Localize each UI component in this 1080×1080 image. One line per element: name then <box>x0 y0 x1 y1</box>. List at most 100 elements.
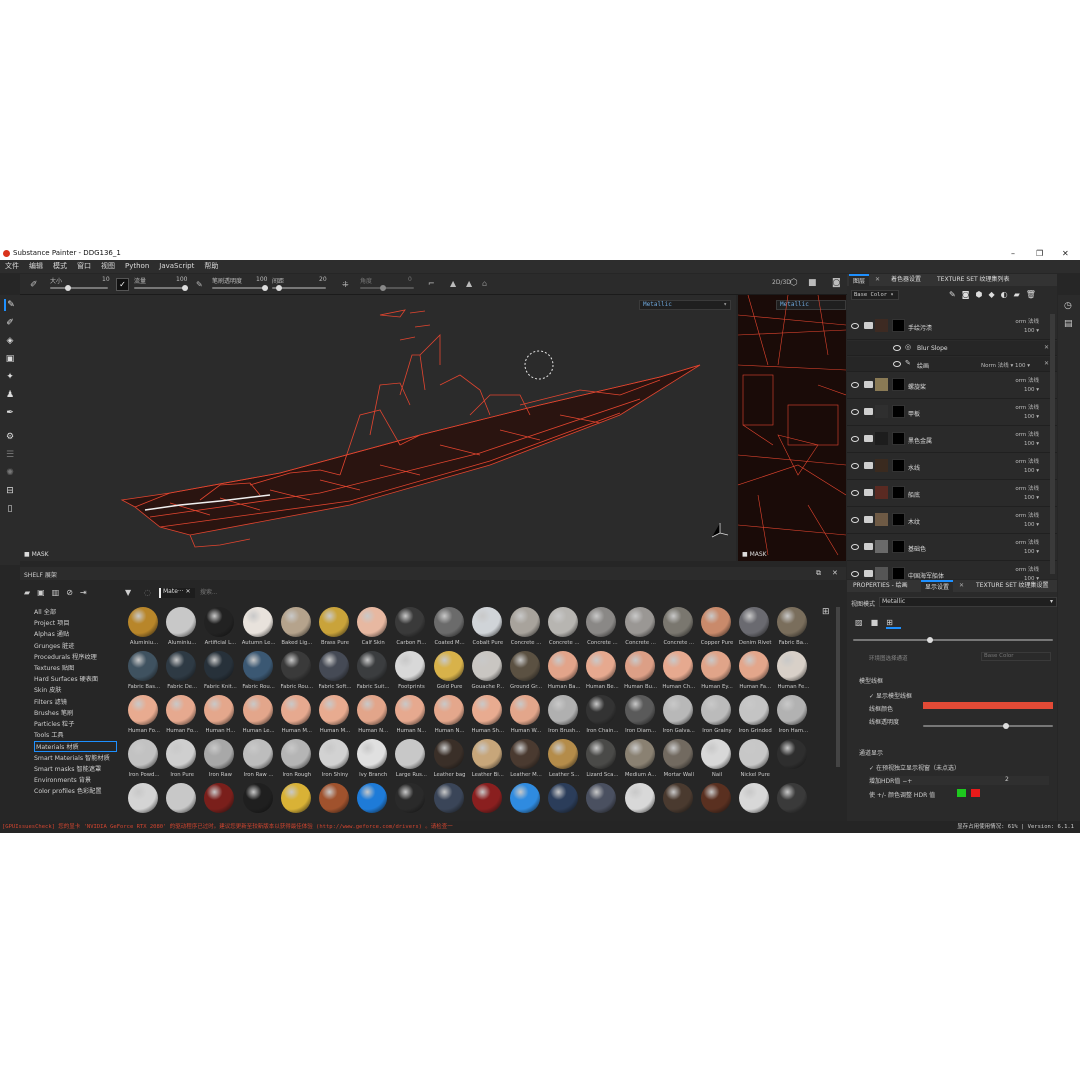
environment-slider[interactable] <box>853 637 1053 643</box>
material-thumbnail[interactable]: Leather S... <box>545 739 583 783</box>
green-swatch[interactable] <box>957 789 966 797</box>
material-thumbnail[interactable]: Fabric Knit... <box>201 651 239 695</box>
layer-mask-thumbnail[interactable] <box>892 513 905 526</box>
mask-indicator[interactable]: ■ MASK <box>24 551 49 558</box>
material-thumbnail[interactable]: Leather Bi... <box>469 739 507 783</box>
shelf-search-input[interactable] <box>200 588 820 598</box>
layer-mask-thumbnail[interactable] <box>892 486 905 499</box>
reset-filter-icon[interactable]: ◌ <box>144 588 151 597</box>
layer-channel-dropdown[interactable]: Base Color ▾ <box>851 290 899 300</box>
material-thumbnail[interactable]: Footprints <box>392 651 430 695</box>
wire-color-swatch[interactable] <box>923 702 1053 709</box>
layer-mask-thumbnail[interactable] <box>892 378 905 391</box>
layer-effect-row[interactable]: ◎ Blur Slope ✕ <box>847 341 1057 356</box>
material-thumbnail[interactable]: Human Sh... <box>469 695 507 739</box>
menu-mode[interactable]: 模式 <box>48 260 72 273</box>
tab-texture-set-list[interactable]: TEXTURE SET 纹理集列表 <box>933 274 1014 286</box>
material-thumbnail[interactable]: Concrete ... <box>622 607 660 651</box>
add-paint-layer-icon[interactable]: ◐ <box>1001 290 1014 299</box>
material-thumbnail[interactable]: Autumn Le... <box>240 607 278 651</box>
shelf-category-item[interactable]: Environments 背景 <box>34 775 91 784</box>
stroke-curve-icon[interactable]: ⌐ <box>428 279 435 288</box>
material-thumbnail[interactable]: Iron Raw ... <box>240 739 278 783</box>
camera-video-icon[interactable]: ■ <box>808 278 817 288</box>
material-thumbnail[interactable] <box>660 783 698 821</box>
material-thumbnail[interactable]: Concrete ... <box>660 607 698 651</box>
material-thumbnail[interactable]: Aluminiu... <box>163 607 201 651</box>
material-thumbnail[interactable]: Human W... <box>507 695 545 739</box>
hdr-stepper[interactable]: −+ <box>902 778 912 785</box>
material-thumbnail[interactable]: Human M... <box>278 695 316 739</box>
material-thumbnail[interactable]: Human N... <box>392 695 430 739</box>
material-thumbnail[interactable]: Copper Pure <box>698 607 736 651</box>
menu-python[interactable]: Python <box>120 260 154 273</box>
material-thumbnail[interactable]: Denim Rivet <box>736 607 774 651</box>
material-thumbnail[interactable]: Leather bag <box>431 739 469 783</box>
close-icon[interactable]: ✕ <box>1044 344 1049 351</box>
layer-row[interactable]: 木纹 orm 法线 100 ▾ <box>847 508 1057 534</box>
add-folder-icon[interactable]: ▰ <box>1014 290 1026 299</box>
layer-row[interactable]: 基础色 orm 法线 100 ▾ <box>847 535 1057 561</box>
visibility-eye-icon[interactable] <box>851 409 859 415</box>
visibility-eye-icon[interactable] <box>893 361 901 367</box>
material-thumbnail[interactable]: Coated M... <box>431 607 469 651</box>
hdr-value[interactable]: 2 <box>1005 776 1009 783</box>
add-generator-icon[interactable]: ⬢ <box>975 290 988 299</box>
maximize-button[interactable]: ❐ <box>1036 247 1043 260</box>
material-thumbnail[interactable]: Aluminiu... <box>125 607 163 651</box>
shelf-category-item[interactable]: Brushes 笔刷 <box>34 708 73 717</box>
log-icon[interactable]: ▤ <box>1064 319 1073 329</box>
layer-blend-mode[interactable]: orm 法线 100 ▾ <box>1015 512 1039 530</box>
shelf-category-item[interactable]: Tools 工具 <box>34 730 64 739</box>
opacity-slider[interactable] <box>212 285 268 291</box>
menu-view[interactable]: 视图 <box>96 260 120 273</box>
material-thumbnail[interactable]: Gold Pure <box>431 651 469 695</box>
shelf-category-item[interactable]: Smart Materials 智能材质 <box>34 753 110 762</box>
visibility-eye-icon[interactable] <box>893 345 901 351</box>
material-thumbnail[interactable]: Human H... <box>201 695 239 739</box>
paint-brush-icon[interactable]: ✎ <box>4 299 16 311</box>
lazy-mouse-icon[interactable]: ▲ <box>450 279 456 288</box>
shelf-category-item[interactable]: Procedurals 程序纹理 <box>34 652 97 661</box>
color-picker-icon[interactable]: ✒ <box>4 407 16 419</box>
view-mode-dropdown[interactable]: Metallic ▾ <box>879 597 1057 607</box>
shelf-category-item[interactable]: Smart masks 智能遮罩 <box>34 764 101 773</box>
material-thumbnail[interactable]: Human Ey... <box>698 651 736 695</box>
layer-row[interactable]: 甲板 orm 法线 100 ▾ <box>847 400 1057 426</box>
opacity-value[interactable]: 100 <box>256 276 267 283</box>
menu-file[interactable]: 文件 <box>0 260 24 273</box>
layer-blend-mode[interactable]: orm 法线 100 ▾ <box>1015 485 1039 503</box>
brush-preset-icon[interactable]: ✐ <box>30 280 38 290</box>
material-thumbnail[interactable]: Human Ch... <box>660 651 698 695</box>
close-icon[interactable]: ✕ <box>1044 360 1049 367</box>
visibility-eye-icon[interactable] <box>851 463 859 469</box>
bake-icon[interactable]: ✺ <box>4 467 16 479</box>
view-mode-toggle[interactable]: 2D/3D <box>772 279 791 286</box>
tab-shader-settings[interactable]: 着色器设置 <box>887 274 925 286</box>
material-thumbnail[interactable]: Iron Powd... <box>125 739 163 783</box>
material-thumbnail[interactable] <box>125 783 163 821</box>
cube-icon[interactable]: ⬡ <box>790 278 798 288</box>
layer-row[interactable]: 黑色金属 orm 法线 100 ▾ <box>847 427 1057 453</box>
material-thumbnail[interactable]: Leather M... <box>507 739 545 783</box>
polygon-fill-icon[interactable]: ▣ <box>4 353 16 365</box>
material-thumbnail[interactable]: Iron Grainy <box>698 695 736 739</box>
menu-edit[interactable]: 编辑 <box>24 260 48 273</box>
3d-viewport[interactable]: Metallic ▾ ■ MASK <box>20 295 736 561</box>
layer-row[interactable]: 船底 orm 法线 100 ▾ <box>847 481 1057 507</box>
material-thumbnail[interactable]: Human Bu... <box>622 651 660 695</box>
shelf-category-item[interactable]: Textures 贴图 <box>34 663 74 672</box>
spacing-value[interactable]: 20 <box>319 276 327 283</box>
history-icon[interactable]: ◷ <box>1064 301 1072 311</box>
material-thumbnail[interactable]: Human Be... <box>583 651 621 695</box>
material-thumbnail[interactable] <box>736 783 774 821</box>
material-thumbnail[interactable]: Nail <box>698 739 736 783</box>
material-thumbnail[interactable] <box>774 739 812 783</box>
material-thumbnail[interactable]: Fabric Soft... <box>316 651 354 695</box>
shelf-category-item[interactable]: All 全部 <box>34 607 56 616</box>
uv-viewport[interactable]: Metallic ■ MASK <box>738 295 846 561</box>
material-thumbnail[interactable]: Iron Chain... <box>583 695 621 739</box>
layer-mask-thumbnail[interactable] <box>892 319 905 332</box>
layer-blend-mode[interactable]: orm 法线 100 ▾ <box>1015 377 1039 395</box>
layer-mask-thumbnail[interactable] <box>892 567 905 580</box>
